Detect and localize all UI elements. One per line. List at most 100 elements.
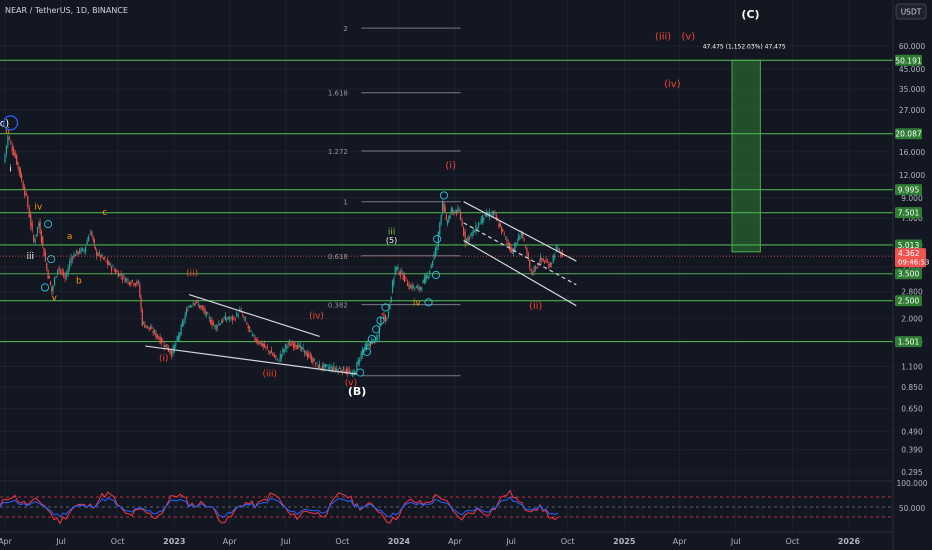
candle-body (454, 211, 456, 213)
candle-body (448, 216, 450, 222)
candle-body (67, 268, 69, 275)
y-tick-label: 0.390 (901, 446, 923, 455)
candle-body (539, 256, 542, 261)
candle-body (83, 250, 85, 252)
candle-body (130, 282, 132, 285)
candle-body (526, 248, 528, 255)
candle-body (430, 264, 432, 269)
wave-label: v (52, 294, 58, 304)
candle-body (408, 284, 410, 290)
candle-body (124, 278, 126, 283)
candle-body (169, 349, 171, 354)
candle-body (311, 356, 313, 363)
candle-body (152, 330, 154, 334)
candle-body (97, 253, 99, 256)
candle-body (163, 344, 165, 348)
candle-body (25, 192, 27, 195)
candle-body (237, 315, 239, 317)
candle-body (205, 311, 208, 315)
candle-body (405, 277, 407, 278)
candle-body (558, 249, 560, 251)
candle-body (80, 248, 82, 253)
candle-body (321, 365, 324, 369)
candle-body (411, 284, 413, 290)
wave-label: (iii) (655, 32, 671, 43)
candle-body (436, 245, 438, 251)
y-tick-label: 60.000 (899, 42, 925, 51)
candle-body (127, 280, 129, 282)
candle-body (312, 358, 314, 364)
candle-body (179, 333, 181, 338)
candle-body (455, 210, 458, 215)
symbol-title: NEAR / TetherUS, 1D, BINANCE (5, 6, 128, 15)
candle-body (117, 272, 120, 278)
candle-body (360, 352, 362, 360)
candle-body (530, 268, 532, 272)
wave-label: c (102, 208, 107, 218)
candle-body (421, 288, 423, 289)
level-badge-label: 3.500 (898, 270, 920, 279)
candle-body (257, 339, 259, 344)
candle-body (48, 276, 50, 279)
candle-body (298, 344, 300, 348)
candle-body (177, 335, 180, 341)
candle-body (211, 319, 213, 326)
candle-body (119, 273, 121, 276)
candle-body (156, 334, 158, 338)
candle-body (433, 253, 435, 260)
candle-body (501, 226, 503, 233)
candle-body (18, 166, 20, 172)
candle-body (94, 246, 97, 250)
candle-body (121, 277, 124, 280)
candle-body (444, 207, 446, 213)
target-box[interactable] (731, 59, 761, 253)
candle-body (189, 305, 192, 308)
wave-label: (ii) (186, 269, 198, 279)
candle-body (33, 235, 35, 242)
candle-body (523, 239, 525, 241)
candle-body (537, 264, 539, 266)
candle-body (292, 344, 295, 349)
candle-body (8, 137, 10, 140)
candle-body (443, 202, 445, 211)
candle-body (196, 300, 198, 302)
candle-body (193, 303, 196, 305)
candle-body (315, 364, 317, 365)
x-tick-label: Apr (673, 537, 688, 546)
candle-body (151, 327, 153, 329)
candle-body (371, 339, 373, 345)
candle-body (120, 273, 122, 277)
candle-body (403, 275, 406, 282)
price-chart[interactable]: Apr Jul Oct 2023 Apr Jul Oct 2024 Apr Jul Oct 2025 A… (0, 0, 932, 550)
candle-body (234, 319, 236, 321)
fib-level-label: 1.272 (328, 148, 348, 156)
x-tick-label: 2026 (838, 537, 861, 546)
candle-body (155, 332, 157, 338)
candle-body (133, 283, 135, 286)
candle-body (31, 223, 33, 231)
target-box-label: 47.475 (1,152.03%) 47,475 (703, 43, 786, 50)
candle-body (516, 241, 519, 243)
candle-body (106, 260, 109, 265)
candle-body (542, 258, 544, 261)
candle-body (529, 260, 531, 268)
candle-body (391, 280, 394, 293)
wave-label: iv (413, 299, 422, 309)
candle-body (105, 260, 107, 262)
candle-body (218, 323, 220, 325)
y-tick-label: 1.100 (901, 363, 923, 372)
candle-body (425, 274, 427, 283)
candle-body (306, 352, 309, 358)
candle-body (318, 364, 321, 368)
candle-body (149, 327, 152, 330)
candle-body (450, 208, 452, 213)
fib-level-label: 2 (343, 25, 347, 33)
candle-body (514, 243, 516, 251)
candle-body (359, 360, 361, 363)
candle-body (4, 153, 6, 163)
candle-body (418, 286, 420, 290)
candle-body (89, 233, 91, 235)
wave-label: (5) (386, 236, 397, 245)
candle-body (291, 342, 293, 345)
candle-body (356, 362, 358, 370)
